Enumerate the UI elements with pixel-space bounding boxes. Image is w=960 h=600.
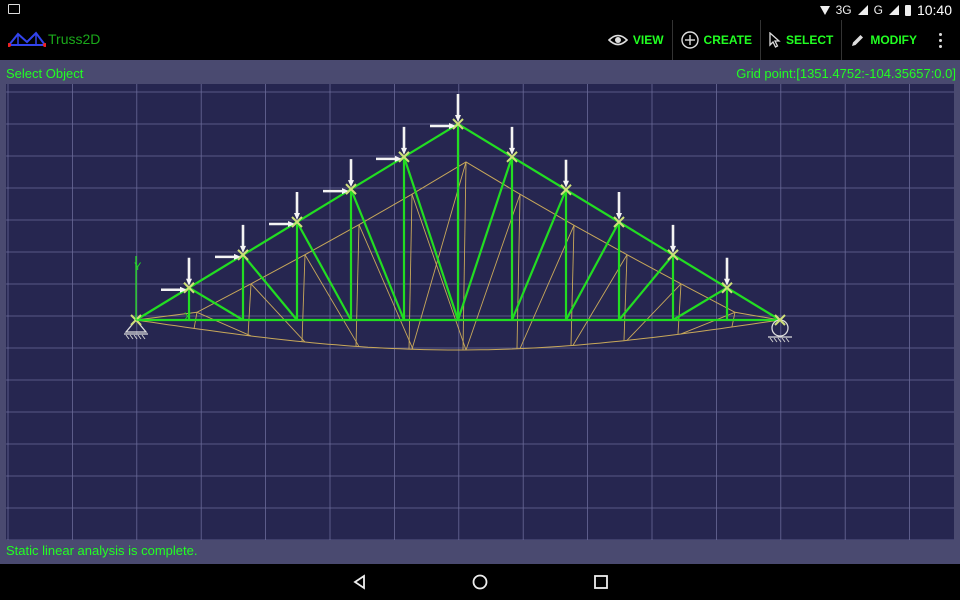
eye-icon	[607, 34, 628, 46]
analysis-status: Static linear analysis is complete.	[6, 543, 198, 558]
roller-support-icon	[771, 319, 789, 337]
hatch	[773, 337, 778, 343]
app-logo-icon	[8, 31, 46, 47]
command-prompt: Select Object	[6, 66, 84, 81]
select-label: SELECT	[785, 33, 834, 47]
hatch	[769, 337, 774, 343]
deformed-member	[301, 254, 306, 343]
system-status-bar: 3G G 10:40	[0, 0, 960, 20]
pencil-icon	[852, 34, 864, 46]
create-button[interactable]: CREATE	[673, 20, 761, 60]
deformed-member	[516, 194, 521, 349]
deformed-member	[677, 283, 682, 334]
truss-canvas[interactable]: Y X	[6, 84, 954, 541]
clock: 10:40	[916, 2, 952, 18]
view-label: VIEW	[632, 33, 664, 47]
toolbar-actions: VIEW CREATE SELECT MODIFY	[600, 20, 952, 60]
truss-member[interactable]	[296, 221, 352, 321]
truss-member[interactable]	[349, 188, 406, 321]
deformed-member	[623, 254, 628, 341]
deformed-member	[408, 194, 413, 350]
battery-icon	[904, 4, 911, 16]
hatch	[137, 334, 142, 340]
pin-support-icon	[124, 318, 148, 333]
back-icon[interactable]	[350, 572, 370, 592]
network-type: 3G	[835, 3, 852, 17]
carrier-label: G	[873, 3, 883, 17]
select-button[interactable]: SELECT	[761, 20, 843, 60]
overflow-menu-icon[interactable]	[925, 32, 952, 48]
deformed-member	[570, 225, 575, 346]
axis-x-label: X	[184, 311, 192, 323]
deformed-member	[247, 283, 252, 336]
recents-icon[interactable]	[591, 572, 611, 592]
create-label: CREATE	[703, 33, 752, 47]
drawing-panel: Select Object Grid point:[1351.4752:-104…	[0, 60, 960, 564]
hatch	[141, 334, 146, 340]
deformed-member	[355, 224, 360, 347]
app-toolbar: Truss2D VIEW CREATE SELECT MODIFY	[0, 20, 960, 60]
modify-button[interactable]: MODIFY	[842, 20, 925, 60]
axis-y-label: Y	[134, 261, 142, 273]
status-icons: 3G G 10:40	[819, 2, 952, 18]
signal-icon-2	[888, 5, 899, 15]
home-icon[interactable]	[470, 572, 490, 592]
signal-icon	[857, 5, 868, 15]
supports	[124, 318, 792, 343]
app-title: Truss2D	[48, 31, 101, 47]
add-circle-icon	[680, 31, 699, 49]
wifi-icon	[819, 5, 830, 15]
hatch	[781, 337, 786, 343]
deformed-bottom-chord	[135, 319, 777, 351]
deformed-member	[462, 161, 467, 350]
notification-icon	[8, 4, 20, 14]
truss-members[interactable]	[135, 123, 781, 322]
grid-point-readout: Grid point:[1351.4752:-104.35657:0.0]	[736, 66, 956, 81]
system-nav-bar	[0, 564, 960, 600]
view-button[interactable]: VIEW	[600, 20, 673, 60]
modify-label: MODIFY	[870, 33, 917, 47]
truss-drawing[interactable]: Y X	[6, 84, 954, 541]
cursor-icon	[769, 32, 781, 48]
hatch	[125, 334, 130, 340]
hatch	[785, 337, 790, 343]
hatch	[129, 334, 134, 340]
truss-member[interactable]	[402, 156, 460, 321]
